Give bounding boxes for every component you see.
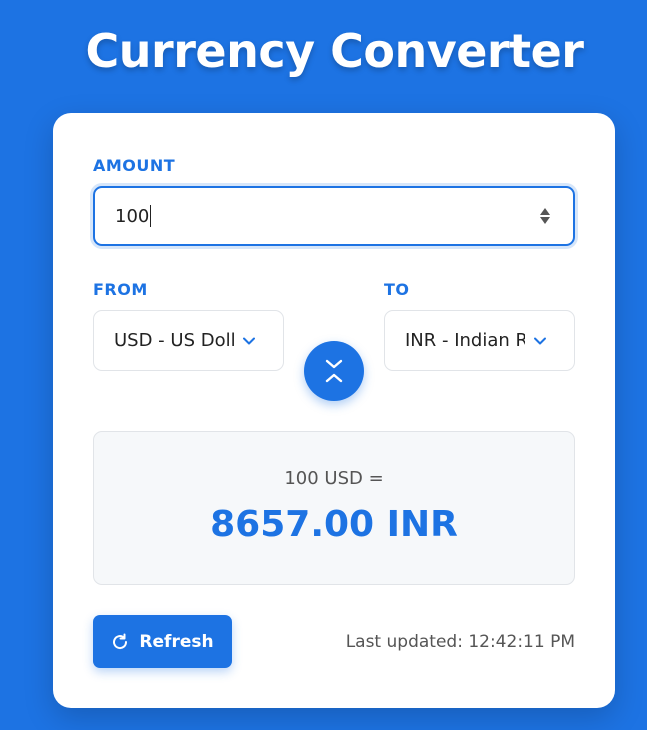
stepper-up-icon[interactable]: [540, 208, 550, 215]
from-label: FROM: [93, 280, 148, 299]
from-currency-select[interactable]: USD - US Dollar: [93, 310, 284, 371]
chevron-down-icon: [534, 337, 546, 344]
refresh-label: Refresh: [139, 631, 214, 652]
amount-label: AMOUNT: [93, 156, 176, 175]
text-caret: [150, 205, 152, 227]
to-label: TO: [384, 280, 410, 299]
from-currency-value: USD - US Dollar: [114, 330, 234, 351]
amount-field[interactable]: 100: [93, 186, 575, 246]
to-currency-value: INR - Indian Rupee: [405, 330, 525, 351]
amount-input[interactable]: 100: [115, 205, 537, 227]
refresh-icon: [113, 633, 128, 649]
converter-card: AMOUNT 100 FROM USD - US Dollar TO INR -…: [53, 113, 615, 708]
result-source-text: 100 USD =: [284, 468, 384, 489]
result-panel: 100 USD = 8657.00 INR: [93, 431, 575, 585]
refresh-button[interactable]: Refresh: [93, 615, 232, 668]
chevron-down-icon: [243, 337, 255, 344]
stepper-down-icon[interactable]: [540, 217, 550, 224]
amount-stepper[interactable]: [537, 208, 553, 224]
last-updated-text: Last updated: 12:42:11 PM: [345, 632, 575, 652]
swap-vertical-icon: [325, 359, 343, 383]
amount-value: 100: [115, 205, 150, 227]
result-converted-amount: 8657.00 INR: [210, 504, 458, 545]
app-title: Currency Converter: [85, 24, 584, 78]
swap-button[interactable]: [304, 341, 364, 401]
to-currency-select[interactable]: INR - Indian Rupee: [384, 310, 575, 371]
